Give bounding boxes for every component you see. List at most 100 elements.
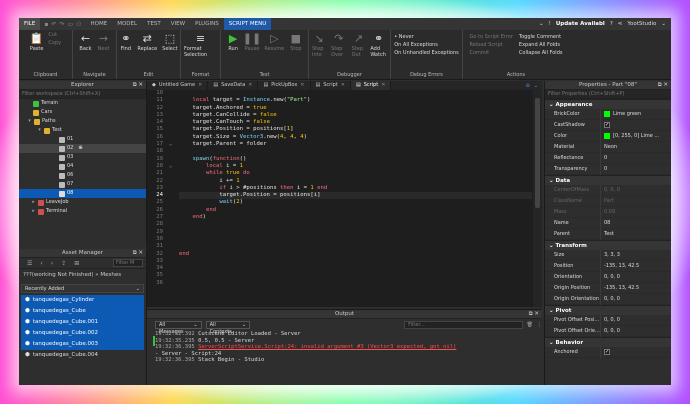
tree-item-part[interactable]: 07 (19, 180, 146, 189)
property-value[interactable]: 0.09 (601, 209, 615, 215)
expand-all-folds-button[interactable]: Expand All Folds (519, 42, 560, 48)
menu-model[interactable]: MODEL (112, 18, 142, 30)
property-row[interactable]: Material Neon (545, 141, 671, 153)
close-icon[interactable]: ✕ (198, 81, 202, 90)
asset-item[interactable]: ⬢ tanquedegas_Cylinder (21, 295, 144, 306)
property-section-header[interactable]: ⌄ Data (545, 175, 671, 185)
link-icon[interactable]: ⊝ (526, 83, 530, 89)
property-row[interactable]: Transparency 0 (545, 163, 671, 175)
save-icon[interactable]: ▪ (44, 21, 48, 28)
property-row[interactable]: Orientation 0, 0, 0 (545, 271, 671, 283)
chevron-down-icon[interactable]: ⌄ (539, 21, 544, 27)
property-value[interactable]: 0, 0, 0 (601, 274, 620, 280)
asset-breadcrumb[interactable]: ???(working Not Finished) » Meshes (19, 269, 146, 282)
cut-button[interactable]: Cut (48, 32, 57, 38)
tree-item-leavejob[interactable]: ▸ LeaveJob (19, 198, 146, 207)
tab-script[interactable]: ▤ Script ✕ (311, 81, 351, 90)
chevron-down-icon[interactable]: ⌄ (661, 21, 666, 27)
close-icon[interactable]: ⧉ ✕ (658, 81, 668, 90)
property-section-header[interactable]: ⌄ Transform (545, 240, 671, 250)
property-value[interactable]: 0 (601, 166, 607, 172)
tree-item-terminal[interactable]: ▸ Terminal (19, 207, 146, 216)
asset-item[interactable]: ⬢ tanquedegas_Cube.003 (21, 339, 144, 350)
property-value[interactable]: Part (601, 198, 614, 204)
property-value[interactable]: -135, 13, 42.5 (601, 263, 639, 269)
tab-pickupbox[interactable]: ▤ PickUpBox ✕ (258, 81, 311, 90)
asset-item[interactable]: ⬢ tanquedegas_Cube.001 (21, 317, 144, 328)
commit-button[interactable]: Commit (470, 50, 490, 56)
more-options-icon[interactable]: ⋮ (537, 322, 542, 328)
asset-item[interactable]: ⬢ tanquedegas_Cube (21, 306, 144, 317)
menu-file[interactable]: FILE (19, 18, 41, 30)
property-section-header[interactable]: ⌄ Pivot (545, 305, 671, 315)
close-icon[interactable]: ⧉ ✕ (133, 81, 143, 90)
tree-item-part[interactable]: 02 ⊕ (19, 144, 146, 153)
close-icon[interactable]: ✕ (248, 81, 252, 90)
output-filter-input[interactable]: Filter... (404, 321, 523, 329)
property-row[interactable]: ClassName Part (545, 195, 671, 207)
tree-item-part[interactable]: 03 (19, 153, 146, 162)
color-swatch[interactable] (604, 133, 610, 139)
property-row[interactable]: Name 08 (545, 217, 671, 229)
contexts-dropdown[interactable]: All Contexts ⌄ (205, 321, 251, 335)
property-value[interactable]: ✓ (601, 122, 613, 128)
property-section-header[interactable]: ⌄ Behavior (545, 337, 671, 347)
tree-item-part[interactable]: 06 (19, 171, 146, 180)
redo-icon[interactable]: ↷ (59, 21, 64, 28)
select-button[interactable]: ⬚ Select (162, 32, 177, 52)
fold-arrow-icon[interactable]: ⌄ (169, 141, 177, 148)
overflow-icon[interactable]: ⌄ (534, 83, 538, 89)
reload-script-button[interactable]: Reload Script (470, 42, 503, 48)
scrollbar-thumb[interactable] (535, 98, 540, 208)
property-value[interactable]: 08 (601, 220, 610, 226)
asset-search-input[interactable]: Filter M (113, 259, 143, 267)
property-value[interactable]: Neon (601, 144, 617, 150)
property-row[interactable]: Parent Test (545, 228, 671, 240)
property-row[interactable]: Anchored ✓ (545, 346, 671, 358)
step-into-button[interactable]: ↘ Step Into (312, 32, 326, 58)
menu-script[interactable]: SCRIPT MENU (223, 18, 272, 30)
replace-button[interactable]: ⇄ Replace (137, 32, 157, 52)
menu-test[interactable]: TEST (142, 18, 166, 30)
user-name[interactable]: YootStudio (627, 21, 656, 27)
arrow-right-icon[interactable]: › (51, 260, 53, 267)
close-icon[interactable]: ⧉ ✕ (529, 310, 539, 319)
editor-scrollbar[interactable] (533, 90, 542, 307)
property-row[interactable]: Mass 0.09 (545, 206, 671, 218)
menu-view[interactable]: VIEW (166, 18, 190, 30)
property-value[interactable]: 0 (601, 155, 607, 161)
tree-item-paths[interactable]: ▾ Paths (19, 117, 146, 126)
property-row[interactable]: Position -135, 13, 42.5 (545, 260, 671, 272)
property-value[interactable]: Lime green (601, 111, 641, 117)
property-row[interactable]: Origin Orientation 0, 0, 0 (545, 293, 671, 305)
asset-sort-dropdown[interactable]: Recently Added ⌄ (21, 284, 144, 293)
property-row[interactable]: Origin Position -135, 13, 42.5 (545, 282, 671, 294)
close-icon[interactable]: ✕ (300, 81, 304, 90)
stop-button[interactable]: ■ Stop (289, 32, 302, 52)
chevron-down-icon[interactable]: ▾ (37, 126, 42, 135)
run-button[interactable]: ▶ Run (227, 32, 240, 52)
property-section-header[interactable]: ⌄ Appearance (545, 99, 671, 109)
property-row[interactable]: Pivot Offset Orie... 0, 0, 0 (545, 325, 671, 337)
asset-item[interactable]: ⬢ tanquedegas_Cube.004 (21, 350, 144, 361)
add-icon[interactable]: ⊕ (78, 144, 82, 153)
property-value[interactable]: 3, 3, 3 (601, 252, 620, 258)
back-button[interactable]: ← Back (79, 32, 92, 52)
radio-all-exceptions[interactable]: On All Exceptions (394, 42, 438, 48)
property-value[interactable]: -135, 13, 42.5 (601, 285, 639, 291)
property-value[interactable]: 0, 0, 0 (601, 328, 620, 334)
pause-button[interactable]: ❚❚ Pause (243, 32, 261, 52)
tree-item-part[interactable]: 04 (19, 162, 146, 171)
upload-icon[interactable]: ⇪ (61, 260, 66, 267)
paste-button[interactable]: 📋 Paste (30, 32, 44, 52)
property-value[interactable]: 0, 0, 0 (601, 187, 620, 193)
find-button[interactable]: ⚭ Find (119, 32, 132, 52)
property-row[interactable]: BrickColor Lime green (545, 108, 671, 120)
checkbox[interactable]: ✓ (604, 349, 610, 355)
share-icon[interactable]: ⋖ (618, 21, 623, 27)
goto-script-error-button[interactable]: Go to Script Error (470, 34, 513, 40)
game-controller-icon[interactable]: ⚇ (76, 21, 81, 28)
asset-item[interactable]: ⬢ tanquedegas_Cube.002 (21, 328, 144, 339)
grid-icon[interactable]: ⊞ (74, 260, 79, 267)
help-icon[interactable]: ? (610, 21, 613, 27)
